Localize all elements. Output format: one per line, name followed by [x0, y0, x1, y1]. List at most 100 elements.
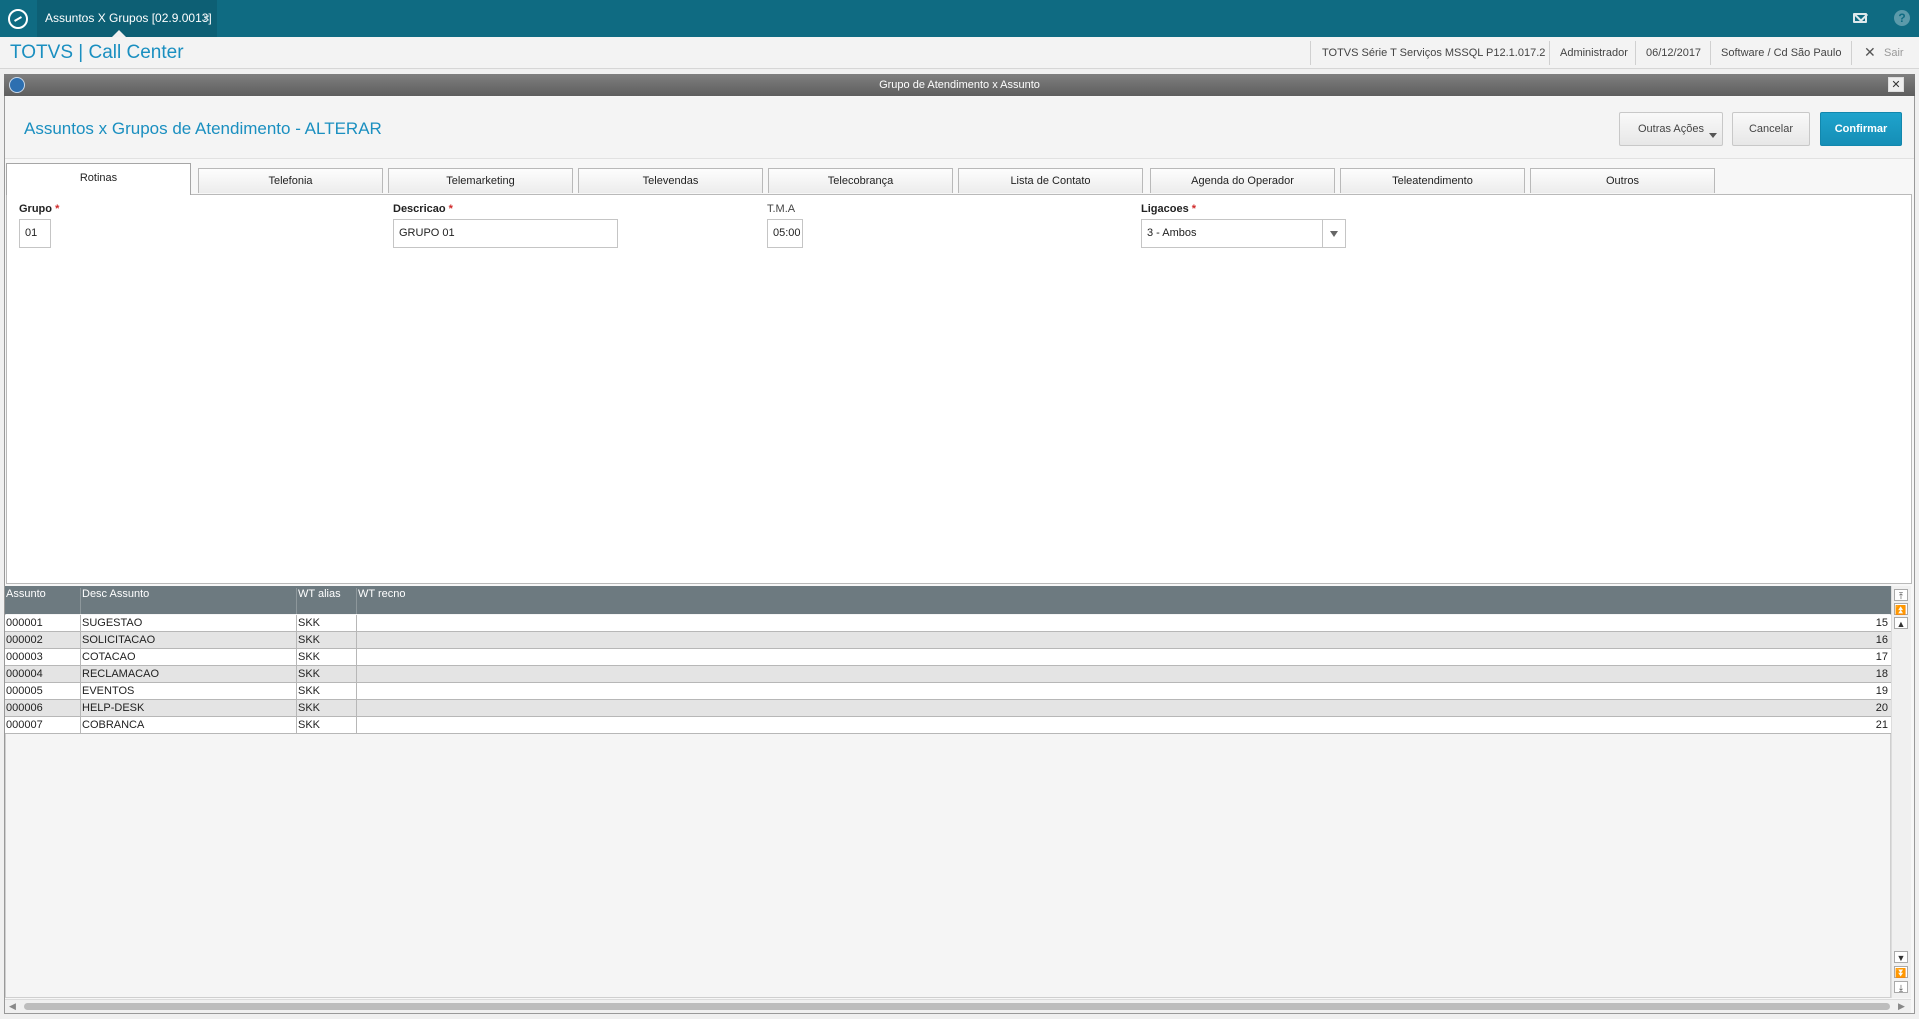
scroll-page-up-icon[interactable]: ⏫ [1894, 603, 1908, 615]
cell-wt-alias: SKK [297, 615, 357, 631]
cell-wt-alias: SKK [297, 649, 357, 665]
dialog-app-icon [9, 77, 25, 93]
top-bar [0, 0, 1919, 37]
app-logo-icon[interactable] [8, 9, 28, 29]
exit-button[interactable]: Sair [1884, 47, 1904, 59]
cell-wt-recno: 17 [1875, 651, 1888, 663]
descricao-label-text: Descricao [393, 203, 446, 215]
grupo-label: Grupo * [19, 203, 59, 215]
user-info: Administrador [1560, 47, 1628, 59]
cell-wt-alias: SKK [297, 717, 357, 733]
scroll-up-icon[interactable]: ▲ [1894, 617, 1908, 629]
required-marker: * [1191, 203, 1197, 215]
cell-assunto: 000003 [5, 649, 81, 665]
column-header-assunto[interactable]: Assunto [5, 588, 81, 614]
ligacoes-label-text: Ligacoes [1141, 203, 1189, 215]
date-info: 06/12/2017 [1646, 47, 1702, 59]
tab-telefonia[interactable]: Telefonia [198, 168, 383, 193]
cell-wt-alias: SKK [297, 666, 357, 682]
cell-assunto: 000006 [5, 700, 81, 716]
cell-wt-recno: 21 [1875, 719, 1888, 731]
grupo-field[interactable]: 01 [19, 219, 51, 248]
table-row[interactable]: 000007 COBRANCA SKK 21 [5, 717, 1891, 734]
column-header-wt-alias[interactable]: WT alias [297, 588, 357, 614]
table-row[interactable]: 000004 RECLAMACAO SKK 18 [5, 666, 1891, 683]
cell-desc-assunto: COBRANCA [81, 717, 297, 733]
mail-icon[interactable] [1853, 13, 1867, 23]
cell-desc-assunto: EVENTOS [81, 683, 297, 699]
form-title: Assuntos x Grupos de Atendimento - ALTER… [24, 119, 382, 138]
tab-label: Assuntos X Grupos [02.9.0013] [45, 11, 212, 25]
tab-pointer [112, 30, 126, 37]
table-row[interactable]: 000003 COTACAO SKK 17 [5, 649, 1891, 666]
grupo-label-text: Grupo [19, 203, 52, 215]
cell-desc-assunto: HELP-DESK [81, 700, 297, 716]
column-header-wt-recno[interactable]: WT recno [357, 588, 1891, 614]
other-actions-button[interactable]: Outras Ações [1619, 112, 1723, 146]
cell-assunto: 000004 [5, 666, 81, 682]
exit-icon[interactable]: ✕ [1864, 44, 1876, 61]
company-info: Software / Cd São Paulo [1721, 47, 1842, 59]
cell-desc-assunto: SUGESTAO [81, 615, 297, 631]
tma-label: T.M.A [767, 203, 796, 215]
cell-wt-alias: SKK [297, 683, 357, 699]
app-title: TOTVS | Call Center [10, 42, 184, 63]
form-panel [6, 194, 1912, 584]
tab-televendas[interactable]: Televendas [578, 168, 763, 193]
required-marker: * [448, 203, 453, 215]
cell-desc-assunto: RECLAMACAO [81, 666, 297, 682]
cell-wt-recno: 16 [1875, 634, 1888, 646]
header-divider [1549, 41, 1550, 65]
chevron-down-icon[interactable] [1709, 133, 1717, 138]
tab-teleatendimento[interactable]: Teleatendimento [1340, 168, 1525, 193]
table-row[interactable]: 000001 SUGESTAO SKK 15 [5, 615, 1891, 632]
scroll-left-icon[interactable]: ◀ [9, 1001, 16, 1012]
descricao-field[interactable]: GRUPO 01 [393, 219, 618, 248]
required-marker: * [55, 203, 60, 215]
other-actions-label: Outras Ações [1637, 123, 1705, 135]
scroll-page-down-icon[interactable]: ⏬ [1894, 966, 1908, 978]
scroll-right-icon[interactable]: ▶ [1898, 1001, 1905, 1012]
chevron-down-icon [1330, 231, 1338, 237]
table-row[interactable]: 000006 HELP-DESK SKK 20 [5, 700, 1891, 717]
scroll-down-icon[interactable]: ▼ [1894, 951, 1908, 963]
header-divider [1310, 41, 1311, 65]
tab-telemarketing[interactable]: Telemarketing [388, 168, 573, 193]
cell-assunto: 000002 [5, 632, 81, 648]
help-icon[interactable]: ? [1894, 10, 1910, 26]
cell-wt-alias: SKK [297, 632, 357, 648]
close-tab-icon[interactable]: × [203, 11, 210, 25]
cell-desc-assunto: COTACAO [81, 649, 297, 665]
table-row[interactable]: 000005 EVENTOS SKK 19 [5, 683, 1891, 700]
column-header-desc-assunto[interactable]: Desc Assunto [81, 588, 297, 614]
table-row[interactable]: 000002 SOLICITACAO SKK 16 [5, 632, 1891, 649]
cell-wt-recno: 15 [1875, 617, 1888, 629]
ligacoes-label: Ligacoes * [1141, 203, 1196, 215]
tab-outros[interactable]: Outros [1530, 168, 1715, 193]
tab-rotinas[interactable]: Rotinas [6, 163, 191, 195]
header-divider [1851, 41, 1852, 65]
cell-assunto: 000001 [5, 615, 81, 631]
cell-wt-recno: 20 [1875, 702, 1888, 714]
header-divider [1635, 41, 1636, 65]
tab-agenda-do-operador[interactable]: Agenda do Operador [1150, 168, 1335, 193]
header-divider [1710, 41, 1711, 65]
cancel-button[interactable]: Cancelar [1732, 112, 1810, 146]
scroll-top-icon[interactable]: ⤒ [1894, 589, 1908, 601]
confirm-button[interactable]: Confirmar [1820, 112, 1902, 146]
vertical-scrollbar[interactable] [1891, 586, 1911, 998]
tab-telecobranca[interactable]: Telecobrança [768, 168, 953, 193]
cell-assunto: 000007 [5, 717, 81, 733]
cell-assunto: 000005 [5, 683, 81, 699]
cell-desc-assunto: SOLICITACAO [81, 632, 297, 648]
app-header [0, 37, 1919, 69]
tab-lista-de-contato[interactable]: Lista de Contato [958, 168, 1143, 193]
tma-field[interactable]: 05:00 [767, 219, 803, 248]
ligacoes-select[interactable]: 3 - Ambos [1141, 219, 1346, 248]
scroll-bottom-icon[interactable]: ⤓ [1894, 981, 1908, 993]
horizontal-scroll-thumb[interactable] [24, 1003, 1890, 1010]
tab-assuntos-x-grupos[interactable]: Assuntos X Grupos [02.9.0013] [37, 0, 217, 37]
cell-wt-recno: 18 [1875, 668, 1888, 680]
cell-wt-alias: SKK [297, 700, 357, 716]
dialog-close-button[interactable]: ✕ [1888, 77, 1904, 92]
